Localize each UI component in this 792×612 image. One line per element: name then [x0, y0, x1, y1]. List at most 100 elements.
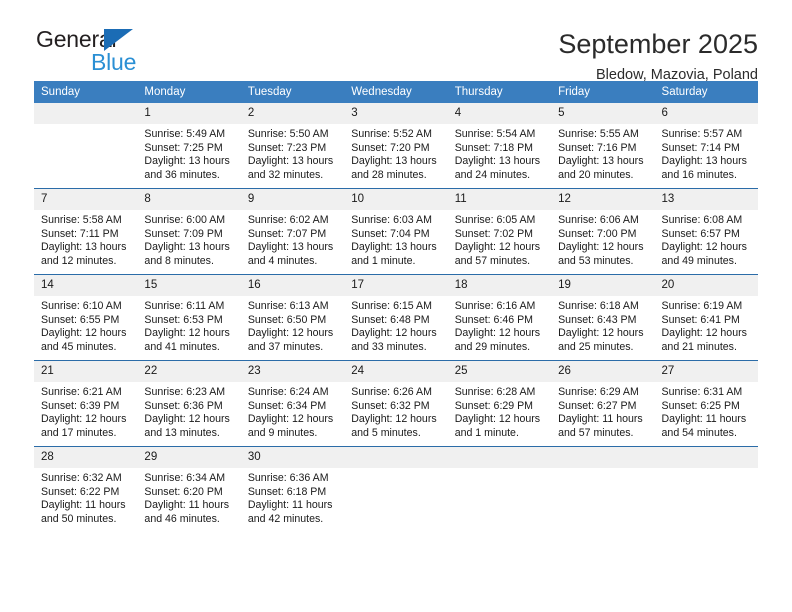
daylight-text-line2: and 21 minutes.: [661, 340, 737, 353]
calendar-day-cell[interactable]: 25 Sunrise: 6:28 AM Sunset: 6:29 PM Dayligh…: [447, 360, 552, 447]
daylight-text-line1: Daylight: 11 hours: [661, 413, 747, 425]
day-details: Sunrise: 6:21 AM Sunset: 6:39 PM Daylight:…: [34, 382, 137, 446]
calendar-body: 1 Sunrise: 5:49 AM Sunset: 7:25 PM Daylight…: [34, 103, 758, 532]
calendar-day-cell[interactable]: 27 Sunrise: 6:31 AM Sunset: 6:25 PM Dayligh…: [654, 360, 758, 447]
calendar-day-cell[interactable]: 30 Sunrise: 6:36 AM Sunset: 6:18 PM Dayligh…: [240, 446, 345, 532]
daylight-text-line1: Daylight: 12 hours: [454, 327, 541, 339]
calendar-day-cell[interactable]: 23 Sunrise: 6:24 AM Sunset: 6:34 PM Dayligh…: [240, 360, 345, 447]
daylight-text-line1: Daylight: 12 hours: [351, 413, 437, 425]
sunset-text: Sunset: 7:23 PM: [247, 141, 327, 154]
calendar-day-cell[interactable]: 5 Sunrise: 5:55 AM Sunset: 7:16 PM Daylight…: [551, 103, 655, 189]
sunrise-text: Sunrise: 6:02 AM: [247, 214, 329, 226]
calendar-day-cell[interactable]: 14 Sunrise: 6:10 AM Sunset: 6:55 PM Dayligh…: [34, 274, 138, 361]
sunset-text: Sunset: 7:20 PM: [351, 141, 430, 154]
daylight-text-line1: Daylight: 13 hours: [247, 241, 334, 253]
sunset-text: Sunset: 6:29 PM: [454, 399, 534, 412]
sunset-text: Sunset: 6:22 PM: [41, 485, 120, 498]
calendar-day-cell[interactable]: 17 Sunrise: 6:15 AM Sunset: 6:48 PM Dayligh…: [344, 274, 448, 361]
daylight-text-line2: and 54 minutes.: [661, 426, 737, 439]
calendar-day-cell[interactable]: 2 Sunrise: 5:50 AM Sunset: 7:23 PM Daylight…: [240, 103, 345, 189]
daylight-text-line1: Daylight: 13 hours: [144, 155, 230, 167]
calendar-day-cell[interactable]: 28 Sunrise: 6:32 AM Sunset: 6:22 PM Dayligh…: [34, 446, 138, 532]
daylight-text-line1: Daylight: 13 hours: [661, 155, 747, 167]
day-details: Sunrise: 6:31 AM Sunset: 6:25 PM Daylight:…: [655, 382, 758, 446]
sunrise-text: Sunrise: 5:50 AM: [247, 128, 329, 140]
calendar-day-cell[interactable]: 7 Sunrise: 5:58 AM Sunset: 7:11 PM Daylight…: [34, 188, 138, 275]
sunset-text: Sunset: 7:18 PM: [454, 141, 534, 154]
day-number: [344, 447, 448, 468]
day-number: 8: [137, 189, 241, 210]
calendar-day-cell[interactable]: 19 Sunrise: 6:18 AM Sunset: 6:43 PM Dayligh…: [551, 274, 655, 361]
day-number: 20: [654, 275, 758, 296]
calendar-day-cell[interactable]: 22 Sunrise: 6:23 AM Sunset: 6:36 PM Dayligh…: [137, 360, 241, 447]
calendar-day-cell[interactable]: 1 Sunrise: 5:49 AM Sunset: 7:25 PM Daylight…: [137, 103, 241, 189]
calendar-day-cell[interactable]: 18 Sunrise: 6:16 AM Sunset: 6:46 PM Dayligh…: [447, 274, 552, 361]
sunset-text: Sunset: 7:04 PM: [351, 227, 430, 240]
daylight-text-line2: and 37 minutes.: [247, 340, 324, 353]
sunrise-text: Sunrise: 6:05 AM: [454, 214, 536, 226]
calendar-day-cell[interactable]: 10 Sunrise: 6:03 AM Sunset: 7:04 PM Dayligh…: [344, 188, 448, 275]
calendar-day-cell[interactable]: 6 Sunrise: 5:57 AM Sunset: 7:14 PM Daylight…: [654, 103, 758, 189]
day-number: 7: [34, 189, 138, 210]
day-details: Sunrise: 6:29 AM Sunset: 6:27 PM Daylight:…: [551, 382, 654, 446]
page-title: September 2025: [558, 29, 758, 59]
calendar-day-cell[interactable]: 9 Sunrise: 6:02 AM Sunset: 7:07 PM Daylight…: [240, 188, 345, 275]
calendar-day-cell[interactable]: 21 Sunrise: 6:21 AM Sunset: 6:39 PM Dayligh…: [34, 360, 138, 447]
day-number: 28: [34, 447, 138, 468]
calendar-day-cell[interactable]: 3 Sunrise: 5:52 AM Sunset: 7:20 PM Daylight…: [344, 103, 448, 189]
calendar-day-cell[interactable]: 29 Sunrise: 6:34 AM Sunset: 6:20 PM Dayligh…: [137, 446, 241, 532]
sunset-text: Sunset: 6:50 PM: [247, 313, 327, 326]
calendar-week-row: 1 Sunrise: 5:49 AM Sunset: 7:25 PM Daylight…: [34, 103, 758, 189]
daylight-text-line2: and 49 minutes.: [661, 254, 737, 267]
sunset-text: Sunset: 6:20 PM: [144, 485, 223, 498]
calendar-day-cell[interactable]: 20 Sunrise: 6:19 AM Sunset: 6:41 PM Dayligh…: [654, 274, 758, 361]
day-details: Sunrise: 6:08 AM Sunset: 6:57 PM Daylight:…: [655, 210, 758, 274]
daylight-text-line1: Daylight: 13 hours: [351, 241, 437, 253]
calendar-day-cell[interactable]: 4 Sunrise: 5:54 AM Sunset: 7:18 PM Daylight…: [447, 103, 552, 189]
sunrise-text: Sunrise: 5:54 AM: [454, 128, 536, 140]
day-details: Sunrise: 6:23 AM Sunset: 6:36 PM Daylight:…: [137, 382, 240, 446]
calendar-day-cell[interactable]: 15 Sunrise: 6:11 AM Sunset: 6:53 PM Dayligh…: [137, 274, 241, 361]
sunrise-text: Sunrise: 5:52 AM: [351, 128, 432, 140]
day-number: 5: [551, 103, 655, 124]
calendar-day-cell[interactable]: 16 Sunrise: 6:13 AM Sunset: 6:50 PM Dayligh…: [240, 274, 345, 361]
day-details: [344, 468, 447, 526]
day-number: 2: [240, 103, 345, 124]
sunset-text: Sunset: 7:16 PM: [558, 141, 637, 154]
daylight-text-line1: Daylight: 13 hours: [558, 155, 644, 167]
calendar-day-cell[interactable]: 12 Sunrise: 6:06 AM Sunset: 7:00 PM Dayligh…: [551, 188, 655, 275]
page-subtitle: Bledow, Mazovia, Poland: [595, 67, 758, 83]
day-number: 24: [344, 361, 448, 382]
day-number: 23: [240, 361, 345, 382]
calendar-day-cell[interactable]: 8 Sunrise: 6:00 AM Sunset: 7:09 PM Daylight…: [137, 188, 241, 275]
calendar-day-cell[interactable]: 24 Sunrise: 6:26 AM Sunset: 6:32 PM Dayligh…: [344, 360, 448, 447]
sunset-text: Sunset: 7:02 PM: [454, 227, 534, 240]
day-number: 9: [240, 189, 345, 210]
daylight-text-line2: and 53 minutes.: [558, 254, 634, 267]
calendar-week-row: 14 Sunrise: 6:10 AM Sunset: 6:55 PM Dayligh…: [34, 274, 758, 361]
day-number: 10: [344, 189, 448, 210]
daylight-text-line1: Daylight: 12 hours: [351, 327, 437, 339]
calendar-day-cell[interactable]: 13 Sunrise: 6:08 AM Sunset: 6:57 PM Dayligh…: [654, 188, 758, 275]
calendar-day-cell[interactable]: 11 Sunrise: 6:05 AM Sunset: 7:02 PM Dayligh…: [447, 188, 552, 275]
daylight-text-line2: and 50 minutes.: [41, 512, 117, 525]
day-details: Sunrise: 6:32 AM Sunset: 6:22 PM Daylight:…: [34, 468, 137, 532]
sunset-text: Sunset: 6:34 PM: [247, 399, 327, 412]
daylight-text-line2: and 42 minutes.: [247, 512, 324, 525]
sunset-text: Sunset: 7:09 PM: [144, 227, 223, 240]
sunset-text: Sunset: 6:48 PM: [351, 313, 430, 326]
daylight-text-line1: Daylight: 12 hours: [661, 327, 747, 339]
sunrise-text: Sunrise: 6:26 AM: [351, 386, 432, 398]
daylight-text-line1: Daylight: 11 hours: [247, 499, 333, 511]
day-number: 3: [344, 103, 448, 124]
calendar-day-cell[interactable]: 26 Sunrise: 6:29 AM Sunset: 6:27 PM Dayligh…: [551, 360, 655, 447]
day-number: 25: [447, 361, 552, 382]
day-details: Sunrise: 5:58 AM Sunset: 7:11 PM Daylight:…: [34, 210, 137, 274]
calendar-cell-empty: [551, 446, 655, 532]
daylight-text-line1: Daylight: 13 hours: [454, 155, 541, 167]
day-details: [34, 124, 137, 182]
day-details: Sunrise: 6:02 AM Sunset: 7:07 PM Daylight:…: [241, 210, 344, 274]
day-number: 30: [240, 447, 345, 468]
day-number: [447, 447, 552, 468]
sunrise-text: Sunrise: 6:19 AM: [661, 300, 743, 312]
